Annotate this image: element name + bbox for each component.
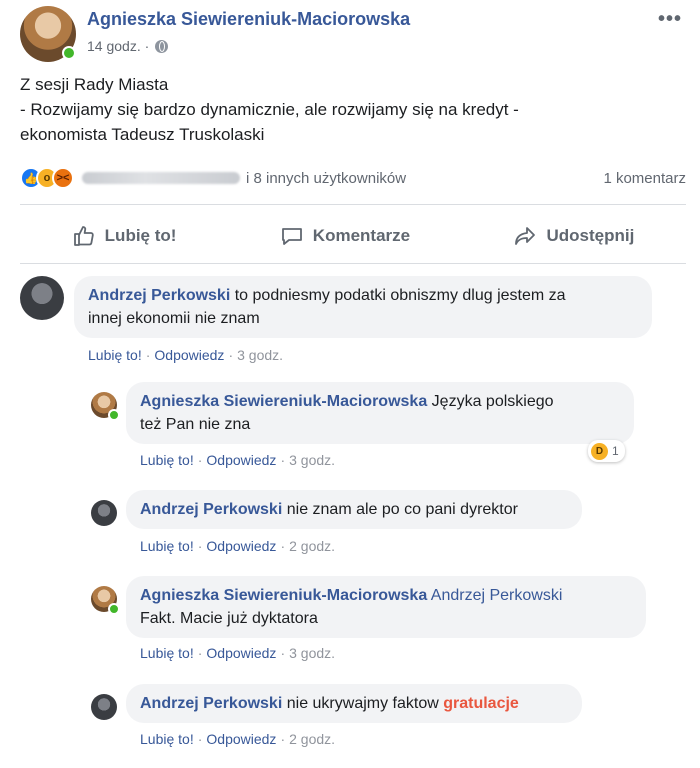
post-header: Agnieszka Siewiereniuk-Maciorowska 14 go… [20,6,690,62]
comment-like-link[interactable]: Lubię to! [140,538,194,554]
comment-icon [281,228,302,245]
online-indicator [62,46,76,60]
post-meta: 14 godz. · [87,38,169,54]
like-button-label: Lubię to! [104,226,177,245]
author-avatar[interactable] [20,6,76,62]
comment-text: Języka polskiego [431,393,554,410]
post-text: Z sesji Rady Miasta - Rozwijamy się bard… [20,72,680,147]
more-options-icon[interactable]: ••• [658,8,682,31]
comment-actions: Lubię to! · Odpowiedz · 3 godz. [88,347,284,363]
comment-reply-link[interactable]: Odpowiedz [206,538,276,554]
share-button[interactable]: Udostępnij [513,224,634,248]
comment-like-link[interactable]: Lubię to! [140,645,194,661]
comment-time[interactable]: 2 godz. [289,731,335,747]
haha-icon: D [591,442,608,460]
post-author-name[interactable]: Agnieszka Siewiereniuk-Maciorowska [87,9,410,30]
comment-like-link[interactable]: Lubię to! [140,731,194,747]
reaction-count: 1 [612,444,619,458]
post-time[interactable]: 14 godz. · [87,38,149,54]
comment-reply-link[interactable]: Odpowiedz [206,452,276,468]
angry-reaction-icon: >< [52,167,74,189]
comment-text: nie znam ale po co pani dyrektor [286,501,518,518]
share-button-label: Udostępnij [546,226,635,245]
comment-author[interactable]: Agnieszka Siewiereniuk-Maciorowska [140,587,427,604]
comment-bubble: Andrzej Perkowski to podniesmy podatki o… [74,276,652,338]
like-button[interactable]: Lubię to! [72,224,177,248]
comment-reply-link[interactable]: Odpowiedz [206,731,276,747]
like-icon [73,226,94,246]
blurred-reactor-name[interactable] [82,172,240,184]
comment-reply-link[interactable]: Odpowiedz [206,645,276,661]
comment-actions: Lubię to! · Odpowiedz · 2 godz. [140,731,336,747]
globe-icon[interactable] [155,39,169,53]
avatar[interactable] [91,694,117,720]
comment-like-link[interactable]: Lubię to! [140,452,194,468]
comment-text: innej ekonomii nie znam [88,310,260,327]
highlighted-word: gratulacje [443,695,519,712]
reactions-summary: 👍 o >< i 8 innych użytkowników 1 komenta… [20,164,686,192]
comment-bubble: Agnieszka Siewiereniuk-Maciorowska Andrz… [126,576,646,638]
avatar[interactable] [20,276,64,320]
comment-text: Fakt. Macie już dyktatora [140,610,318,627]
post-line: ekonomista Tadeusz Truskolaski [20,125,265,144]
comment-actions: Lubię to! · Odpowiedz · 2 godz. [140,538,336,554]
comment-text: to podniesmy podatki obniszmy dlug jeste… [234,287,566,304]
post-actions: Lubię to! Komentarze Udostępnij [20,214,686,258]
comment-text: nie ukrywajmy faktow [286,695,439,712]
comment-bubble: Andrzej Perkowski nie ukrywajmy faktow g… [126,684,582,723]
comment-mention[interactable]: Andrzej Perkowski [431,587,563,604]
post-line: - Rozwijamy się bardzo dynamicznie, ale … [20,100,519,119]
avatar[interactable] [91,500,117,526]
comment-time[interactable]: 3 godz. [237,347,283,363]
comment-time[interactable]: 3 godz. [289,645,335,661]
comment-actions: Lubię to! · Odpowiedz · 3 godz. [140,452,336,468]
reactions-others[interactable]: i 8 innych użytkowników [246,170,406,187]
comment-bubble: Andrzej Perkowski nie znam ale po co pan… [126,490,582,529]
post-line: Z sesji Rady Miasta [20,75,169,94]
comment-time[interactable]: 3 godz. [289,452,335,468]
comment-time[interactable]: 2 godz. [289,538,335,554]
comment-button-label: Komentarze [312,226,411,245]
comment-reply-link[interactable]: Odpowiedz [154,347,224,363]
comment-bubble: Agnieszka Siewiereniuk-Maciorowska Język… [126,382,634,444]
comment-text: też Pan nie zna [140,416,251,433]
reaction-icons[interactable]: 👍 o >< [20,167,74,189]
comment-author[interactable]: Agnieszka Siewiereniuk-Maciorowska [140,393,427,410]
share-icon [515,227,536,245]
comment-author[interactable]: Andrzej Perkowski [88,287,230,304]
comment-author[interactable]: Andrzej Perkowski [140,695,282,712]
comment-reaction-badge[interactable]: D 1 [588,440,625,462]
divider [20,204,686,205]
comment-author[interactable]: Andrzej Perkowski [140,501,282,518]
online-indicator [108,603,120,615]
comment-button[interactable]: Komentarze [280,224,410,248]
comment-actions: Lubię to! · Odpowiedz · 3 godz. [140,645,336,661]
comment-count[interactable]: 1 komentarz [603,170,686,187]
online-indicator [108,409,120,421]
comment-like-link[interactable]: Lubię to! [88,347,142,363]
